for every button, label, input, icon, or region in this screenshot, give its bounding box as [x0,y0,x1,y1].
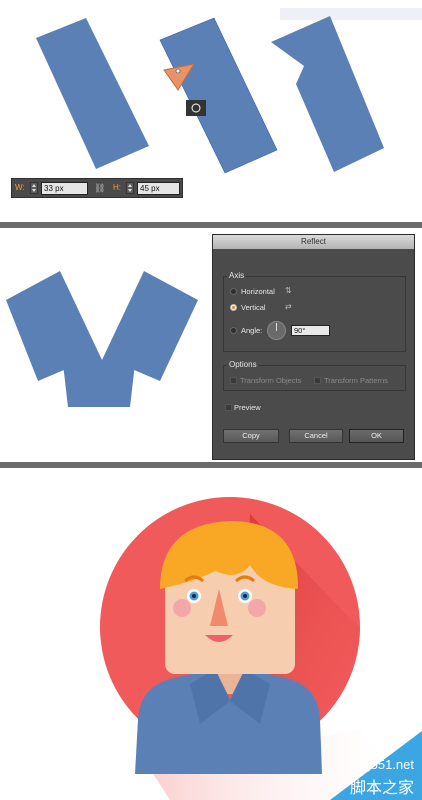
watermark-site: jb51.net [367,757,414,772]
preview-label: Preview [234,403,261,412]
angle-field[interactable]: 90° [291,325,330,336]
copy-button[interactable]: Copy [223,429,279,443]
transform-objects-checkbox[interactable] [230,377,237,384]
width-stepper[interactable] [30,182,38,194]
cancel-button[interactable]: Cancel [289,429,343,443]
preview-checkbox[interactable] [225,404,232,411]
ok-button[interactable]: OK [349,429,404,443]
transform-bar: W: 33 px ⛓ H: 45 px [11,178,183,198]
horizontal-label: Horizontal [241,287,275,296]
dialog-title: Reflect [213,235,414,249]
width-label: W: [15,183,25,192]
transform-objects-label: Transform Objects [240,376,302,385]
reflect-dialog: Reflect Axis Horizontal ⇅ Vertical ⇄ Ang… [212,234,415,460]
axis-group-title: Axis [227,271,247,280]
left-pupil [192,594,196,598]
transform-patterns-label: Transform Patterns [324,376,388,385]
vertical-radio[interactable] [230,304,237,311]
left-cheek [173,599,191,617]
transform-patterns-checkbox[interactable] [314,377,321,384]
separator-bottom [0,462,422,468]
options-group-title: Options [227,360,259,369]
horizontal-radio[interactable] [230,288,237,295]
height-field[interactable]: 45 px [137,182,180,195]
angle-dial[interactable] [267,321,286,340]
height-label: H: [113,183,121,192]
watermark-name: 脚本之家 [349,780,414,797]
avatar-illustration [100,497,422,800]
width-field[interactable]: 33 px [41,182,88,195]
reflected-shape-canvas [6,271,198,407]
blue-bar-shape-left [36,18,149,169]
anchor-point[interactable] [175,68,181,74]
ruler-strip [280,8,422,20]
reflect-cursor-icon [186,100,206,116]
vertical-label: Vertical [241,303,266,312]
vertical-reflect-icon: ⇄ [285,302,292,311]
avatar-panel: jb51.net 脚本之家 [0,469,422,800]
constrain-link-icon[interactable]: ⛓ [94,183,105,194]
height-stepper[interactable] [126,182,134,194]
artboard-panel-top: W: 33 px ⛓ H: 45 px [0,0,422,222]
reflect-panel: Reflect Axis Horizontal ⇅ Vertical ⇄ Ang… [0,229,422,462]
right-cheek [248,599,266,617]
blue-bar-shape-middle[interactable] [159,17,278,174]
separator-top [0,222,422,228]
horizontal-reflect-icon: ⇅ [285,286,292,295]
reflected-v-shape [6,271,198,407]
angle-label: Angle: [241,326,263,335]
right-pupil [243,594,247,598]
angle-radio[interactable] [230,327,237,334]
notched-shape-right [271,16,384,172]
